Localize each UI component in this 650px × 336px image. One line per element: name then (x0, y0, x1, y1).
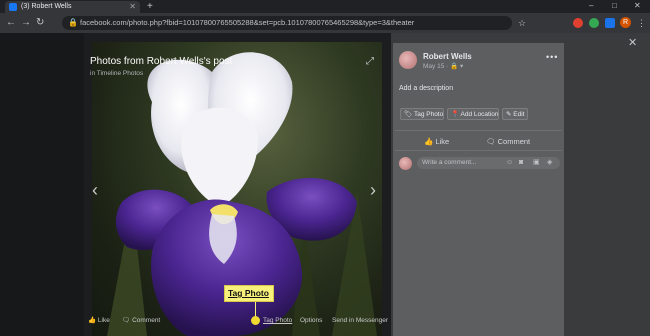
extension-icon[interactable] (573, 18, 583, 28)
overlay-left (0, 33, 84, 336)
previous-photo-icon[interactable]: ‹ (92, 180, 98, 200)
author-name[interactable]: Robert Wells (423, 52, 472, 62)
add-location-label: 📍 Add Location (451, 111, 499, 118)
tag-photo-action[interactable]: Tag Photo (263, 317, 292, 325)
facebook-favicon-icon (9, 3, 17, 11)
minimize-button[interactable]: – (589, 1, 593, 11)
address-bar[interactable]: 🔒 facebook.com/photo.php?fbid=1010780076… (62, 16, 512, 30)
comment-button-label: Comment (497, 137, 531, 146)
menu-kebab-icon[interactable]: ⋮ (637, 17, 646, 29)
comment-input[interactable]: Write a comment... ☺ ◙ ▣ ◈ (417, 157, 560, 169)
extension-icon[interactable] (589, 18, 599, 28)
tag-photo-text: Tag Photo (413, 111, 444, 118)
like-label: Like (97, 317, 110, 324)
gif-icon[interactable]: ▣ (533, 158, 540, 168)
callout-label: Tag Photo (228, 288, 269, 298)
add-location-button[interactable]: 📍 Add Location (447, 108, 499, 120)
overlay-right (565, 33, 650, 336)
commenter-avatar (399, 157, 412, 170)
album-title[interactable]: Photos from Robert Wells's post (90, 56, 232, 68)
like-action[interactable]: 👍 Like (88, 317, 110, 325)
new-tab-button[interactable]: + (147, 1, 153, 12)
browser-tab[interactable]: (3) Robert Wells ✕ (5, 1, 140, 13)
url-text[interactable]: facebook.com/photo.php?fbid=101078007655… (80, 18, 500, 28)
post-date[interactable]: May 15 · 🔒 ▾ (423, 63, 463, 71)
sticker-icon[interactable]: ◈ (547, 158, 552, 168)
emoji-icon[interactable]: ☺ (506, 158, 513, 168)
bookmark-star-icon[interactable]: ☆ (518, 17, 526, 29)
comment-button[interactable]: 🗨 Comment (486, 137, 530, 146)
lock-icon: 🔒 (68, 18, 78, 27)
divider (395, 150, 562, 151)
close-viewer-icon[interactable]: ✕ (628, 37, 637, 49)
more-options-icon[interactable]: ••• (546, 52, 558, 62)
fullscreen-expand-icon[interactable]: ⤢ (366, 56, 374, 68)
profile-avatar[interactable]: R (620, 17, 631, 28)
divider (395, 130, 562, 131)
send-in-messenger-action[interactable]: Send in Messenger (332, 317, 388, 325)
maximize-button[interactable]: □ (612, 1, 617, 11)
puzzle-extensions-icon[interactable] (605, 18, 615, 28)
browser-tab-bar: (3) Robert Wells ✕ + – □ ✕ (0, 0, 650, 13)
tag-photo-callout: Tag Photo (224, 285, 274, 302)
tab-close-icon[interactable]: ✕ (129, 2, 136, 11)
tag-photo-button[interactable]: 🏷 Tag Photo (400, 108, 444, 120)
comment-action[interactable]: 🗨 Comment (122, 317, 160, 325)
tab-title: (3) Robert Wells (21, 3, 72, 10)
tag-photo-label: 🏷 Tag Photo (404, 111, 444, 118)
add-location-text: Add Location (460, 111, 499, 118)
like-button[interactable]: 👍 Like (424, 137, 449, 146)
like-button-label: Like (435, 137, 450, 146)
author-avatar[interactable] (399, 51, 417, 69)
back-arrow-icon[interactable]: ← (6, 17, 16, 29)
reload-icon[interactable]: ↻ (36, 17, 44, 29)
forward-arrow-icon[interactable]: → (21, 17, 31, 29)
comment-label: Comment (132, 317, 161, 324)
camera-icon[interactable]: ◙ (519, 158, 523, 168)
edit-text: Edit (513, 111, 525, 118)
album-subtitle[interactable]: in Timeline Photos (90, 70, 143, 78)
options-action[interactable]: Options (300, 317, 322, 325)
edit-button[interactable]: ✎ Edit (502, 108, 528, 120)
edit-label: ✎ Edit (506, 111, 525, 118)
photo-action-bar: 👍 Like 🗨 Comment Tag Photo Options Send … (88, 314, 388, 328)
add-description-link[interactable]: Add a description (399, 84, 453, 93)
close-window-button[interactable]: ✕ (634, 1, 641, 11)
next-photo-icon[interactable]: › (370, 180, 376, 200)
comment-placeholder: Write a comment... (422, 159, 477, 166)
browser-toolbar: ← → ↻ 🔒 facebook.com/photo.php?fbid=1010… (0, 13, 650, 33)
